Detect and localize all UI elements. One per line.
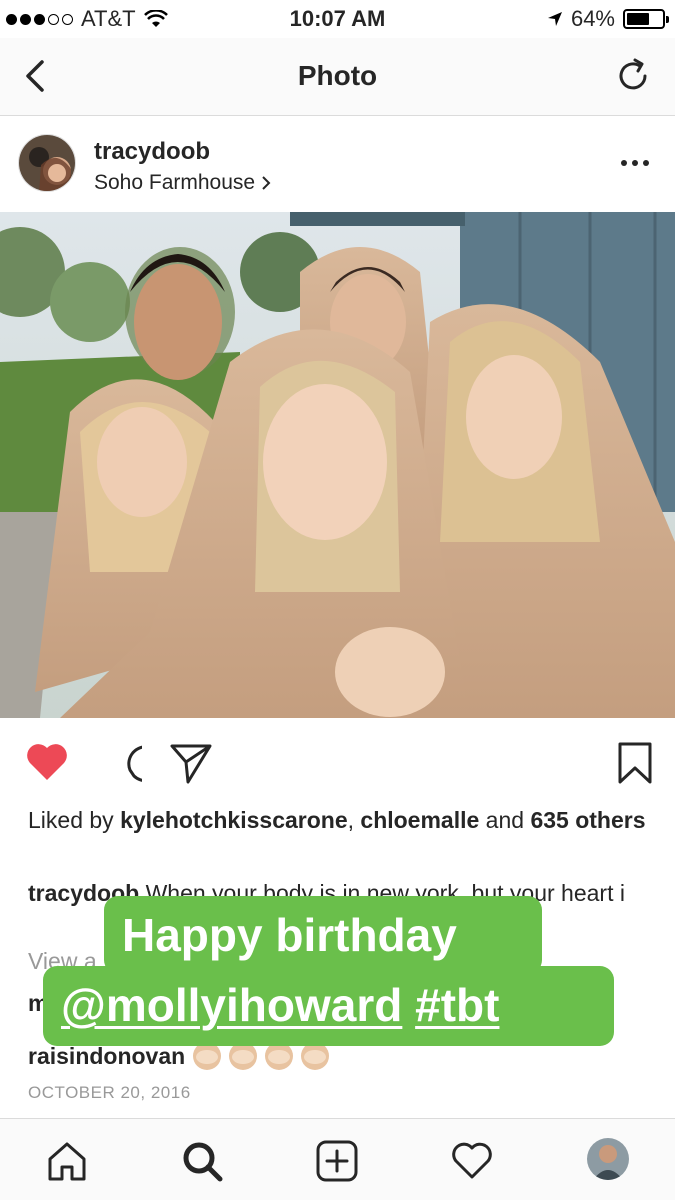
heart-icon[interactable] bbox=[24, 740, 70, 786]
location-label: Soho Farmhouse bbox=[94, 171, 256, 194]
post-header: tracydoob Soho Farmhouse bbox=[0, 116, 675, 212]
activity-heart-icon[interactable] bbox=[450, 1139, 494, 1183]
bookmark-icon[interactable] bbox=[612, 740, 658, 786]
status-bar: AT&T 10:07 AM 64% bbox=[0, 0, 675, 38]
liked-user-link[interactable]: chloemalle bbox=[360, 807, 479, 833]
chevron-right-icon bbox=[262, 176, 271, 190]
sticker-text-line2: @mollyihoward #tbt bbox=[43, 966, 614, 1046]
post-location[interactable]: Soho Farmhouse bbox=[94, 171, 271, 195]
profile-avatar[interactable] bbox=[587, 1138, 629, 1180]
status-right: 64% bbox=[547, 6, 669, 32]
sticker-birthday-text: Happy birthday bbox=[122, 909, 457, 961]
likes-summary: Liked by kylehotchkisscarone, chloemalle… bbox=[28, 806, 648, 835]
likes-others-link[interactable]: 635 others bbox=[530, 807, 645, 833]
angel-emoji-icon bbox=[265, 1042, 294, 1070]
battery-icon bbox=[623, 9, 669, 29]
angel-emoji-icon bbox=[193, 1042, 222, 1070]
post-photo[interactable] bbox=[0, 212, 675, 718]
search-icon[interactable] bbox=[180, 1139, 224, 1183]
sticker-mention[interactable]: @mollyihoward bbox=[61, 979, 402, 1031]
tab-bar bbox=[0, 1118, 675, 1200]
post-actions bbox=[0, 718, 675, 806]
angel-emoji-icon bbox=[301, 1042, 330, 1070]
battery-fill bbox=[627, 13, 649, 25]
more-options-icon[interactable] bbox=[621, 160, 649, 166]
comment-icon[interactable] bbox=[96, 740, 142, 786]
likes-separator: , bbox=[347, 807, 361, 833]
avatar[interactable] bbox=[18, 134, 76, 192]
home-icon[interactable] bbox=[45, 1139, 89, 1183]
post-date: OCTOBER 20, 2016 bbox=[28, 1083, 191, 1102]
liked-user-link[interactable]: kylehotchkisscarone bbox=[120, 807, 348, 833]
post-username[interactable]: tracydoob bbox=[94, 138, 210, 166]
add-post-icon[interactable] bbox=[315, 1139, 359, 1183]
share-icon[interactable] bbox=[168, 740, 214, 786]
battery-percent: 64% bbox=[570, 6, 615, 31]
location-arrow-icon bbox=[547, 12, 562, 26]
refresh-icon[interactable] bbox=[613, 56, 653, 96]
angel-emoji-icon bbox=[229, 1042, 258, 1070]
sticker-text-line1: Happy birthday bbox=[104, 896, 542, 974]
comment-row: raisindonovan bbox=[28, 1042, 330, 1070]
likes-prefix: Liked by bbox=[28, 807, 121, 833]
page-title: Photo bbox=[297, 60, 378, 91]
photo-illustration bbox=[0, 212, 675, 718]
comment-username[interactable]: raisindonovan bbox=[28, 1043, 185, 1070]
sticker-hashtag[interactable]: #tbt bbox=[415, 979, 499, 1031]
nav-bar: Photo bbox=[0, 38, 675, 116]
likes-and: and bbox=[479, 807, 531, 833]
